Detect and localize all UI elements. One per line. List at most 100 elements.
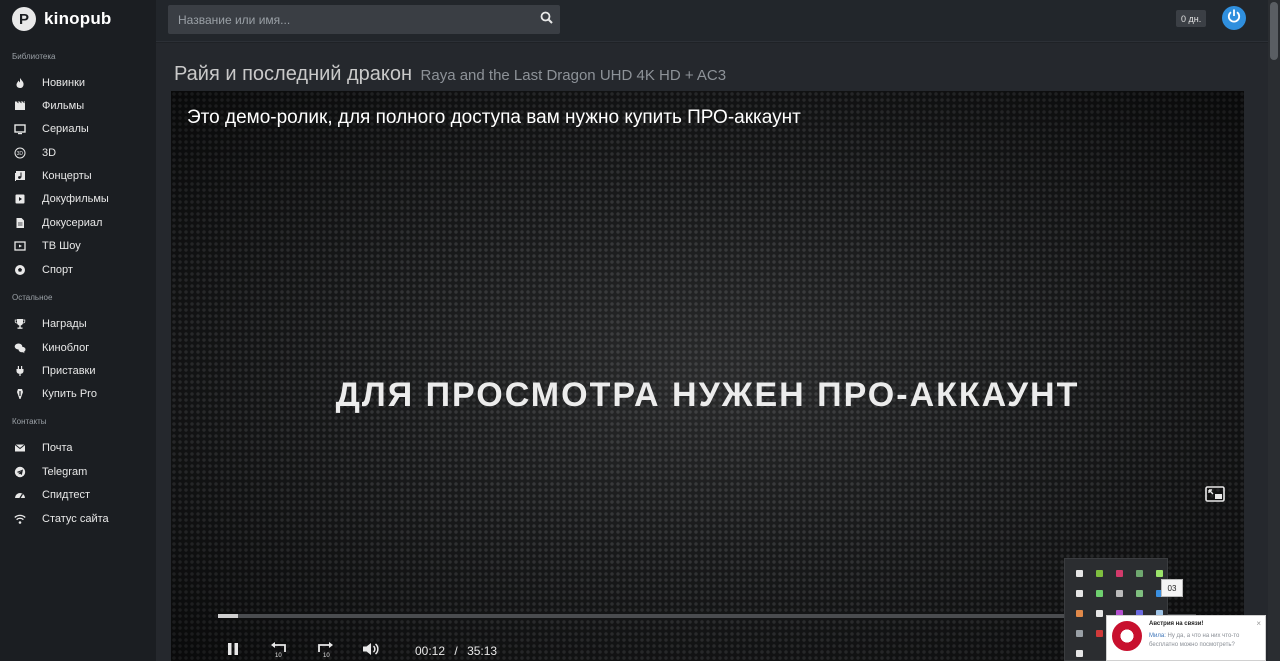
sidebar-item-label: Спидтест xyxy=(42,489,91,501)
sidebar-item-sport[interactable]: Спорт xyxy=(14,261,73,279)
sidebar-item-label: Сериалы xyxy=(42,123,89,135)
close-icon[interactable]: × xyxy=(1256,619,1261,628)
documentary-icon xyxy=(14,193,26,205)
sidebar-item-docfilms[interactable]: Докуфильмы xyxy=(14,190,109,208)
picture-in-picture-button[interactable] xyxy=(1205,485,1225,507)
sidebar-item-3d[interactable]: 3D 3D xyxy=(14,144,56,162)
pro-required-overlay: ДЛЯ ПРОСМОТРА НУЖЕН ПРО-АККАУНТ xyxy=(335,376,1080,414)
progress-fill xyxy=(218,614,238,618)
tray-app-glyph-icon xyxy=(1135,569,1143,577)
music-icon xyxy=(14,170,26,182)
sidebar-item-label: Награды xyxy=(42,318,87,330)
sidebar-item-buy-pro[interactable]: Купить Pro xyxy=(14,385,97,403)
section-title-contacts: Контакты xyxy=(12,417,47,426)
tray-app-icon[interactable] xyxy=(1069,643,1089,661)
rewind-icon: 10 xyxy=(269,640,289,661)
player-controls: 10 10 00:12 / 35:13 xyxy=(221,641,497,661)
document-icon xyxy=(14,217,26,229)
telegram-icon xyxy=(14,466,26,478)
sidebar-item-tvshow[interactable]: ТВ Шоу xyxy=(14,237,81,255)
sidebar-item-mail[interactable]: Почта xyxy=(14,439,73,457)
svg-text:10: 10 xyxy=(323,653,330,658)
fire-icon xyxy=(14,77,26,89)
tray-app-icon[interactable] xyxy=(1069,583,1089,603)
sidebar-item-docseries[interactable]: Докусериал xyxy=(14,214,102,232)
current-time: 00:12 xyxy=(415,644,446,658)
search-input[interactable] xyxy=(168,5,532,34)
svg-text:3D: 3D xyxy=(17,151,24,157)
notification-title: Австрия на связи! xyxy=(1149,621,1204,627)
top-bar: 0 дн. xyxy=(156,0,1268,42)
title-russian: Райя и последний дракон xyxy=(174,63,413,85)
avatar xyxy=(1112,621,1142,651)
demo-notice: Это демо-ролик, для полного доступа вам … xyxy=(187,107,801,128)
sidebar-item-label: Концерты xyxy=(42,170,92,182)
scrollbar-thumb[interactable] xyxy=(1270,2,1278,60)
sidebar-item-label: Почта xyxy=(42,442,73,454)
tray-app-glyph-icon xyxy=(1095,589,1103,597)
tray-app-icon[interactable] xyxy=(1109,563,1129,583)
tray-app-glyph-icon xyxy=(1115,569,1123,577)
tray-app-glyph-icon xyxy=(1095,629,1103,637)
sidebar-item-label: Докуфильмы xyxy=(42,193,109,205)
search-box xyxy=(168,5,560,34)
chat-notification[interactable]: Австрия на связи! Мила: Ну да, а что на … xyxy=(1106,615,1266,661)
tray-app-icon[interactable] xyxy=(1069,603,1089,623)
tray-app-icon[interactable] xyxy=(1089,583,1109,603)
tv-icon xyxy=(14,123,26,135)
sidebar-item-new[interactable]: Новинки xyxy=(14,74,85,92)
logo[interactable]: P kinopub xyxy=(12,7,112,31)
pause-icon xyxy=(226,641,240,661)
sidebar: P kinopub Библиотека Новинки Фильмы Сери… xyxy=(0,0,156,661)
logo-text: kinopub xyxy=(44,9,112,28)
tray-app-icon[interactable] xyxy=(1129,563,1149,583)
tray-app-icon[interactable] xyxy=(1069,623,1089,643)
wifi-icon xyxy=(14,513,26,525)
sidebar-item-concerts[interactable]: Концерты xyxy=(14,167,92,185)
tray-tooltip: 03 xyxy=(1161,579,1183,597)
tv-show-icon xyxy=(14,240,26,252)
speedometer-icon xyxy=(14,489,26,501)
subscription-days-badge[interactable]: 0 дн. xyxy=(1176,10,1207,27)
trophy-icon xyxy=(14,318,26,330)
tray-app-glyph-icon xyxy=(1075,569,1083,577)
page-scrollbar[interactable] xyxy=(1268,0,1280,661)
picture-in-picture-icon xyxy=(1205,485,1225,507)
sidebar-item-blog[interactable]: Киноблог xyxy=(14,339,89,357)
sidebar-item-devices[interactable]: Приставки xyxy=(14,362,96,380)
tray-app-glyph-icon xyxy=(1095,609,1103,617)
time-separator: / xyxy=(454,644,458,658)
sidebar-item-telegram[interactable]: Telegram xyxy=(14,463,87,481)
sidebar-item-label: 3D xyxy=(42,147,57,159)
volume-button[interactable] xyxy=(359,641,383,661)
sidebar-item-awards[interactable]: Награды xyxy=(14,315,87,333)
video-progress-bar[interactable] xyxy=(218,614,1196,618)
tray-app-icon[interactable] xyxy=(1129,583,1149,603)
pause-button[interactable] xyxy=(221,641,245,661)
tray-app-glyph-icon xyxy=(1115,589,1123,597)
sidebar-item-status[interactable]: Статус сайта xyxy=(14,510,109,528)
app-root: P kinopub Библиотека Новинки Фильмы Сери… xyxy=(0,0,1280,661)
sidebar-item-films[interactable]: Фильмы xyxy=(14,97,84,115)
tray-app-icon[interactable] xyxy=(1089,563,1109,583)
mail-icon xyxy=(14,442,26,454)
sidebar-item-series[interactable]: Сериалы xyxy=(14,120,89,138)
tray-app-glyph-icon xyxy=(1095,569,1103,577)
sidebar-item-label: ТВ Шоу xyxy=(42,240,81,252)
sidebar-item-label: Telegram xyxy=(42,466,88,478)
forward-10-button[interactable]: 10 xyxy=(313,641,337,661)
sidebar-item-label: Фильмы xyxy=(42,100,85,112)
sidebar-item-label: Докусериал xyxy=(42,217,103,229)
tray-app-icon[interactable] xyxy=(1069,563,1089,583)
logout-button[interactable] xyxy=(1222,6,1246,30)
tray-app-icon[interactable] xyxy=(1109,583,1129,603)
svg-text:10: 10 xyxy=(275,653,282,658)
title-english: Raya and the Last Dragon UHD 4K HD + AC3 xyxy=(420,67,727,84)
section-title-other: Остальное xyxy=(12,293,53,302)
sidebar-item-label: Спорт xyxy=(42,264,73,276)
rewind-10-button[interactable]: 10 xyxy=(267,641,291,661)
tray-app-glyph-icon xyxy=(1135,589,1143,597)
search-button[interactable] xyxy=(532,5,560,34)
sidebar-item-speedtest[interactable]: Спидтест xyxy=(14,486,90,504)
pro-icon xyxy=(14,388,26,400)
